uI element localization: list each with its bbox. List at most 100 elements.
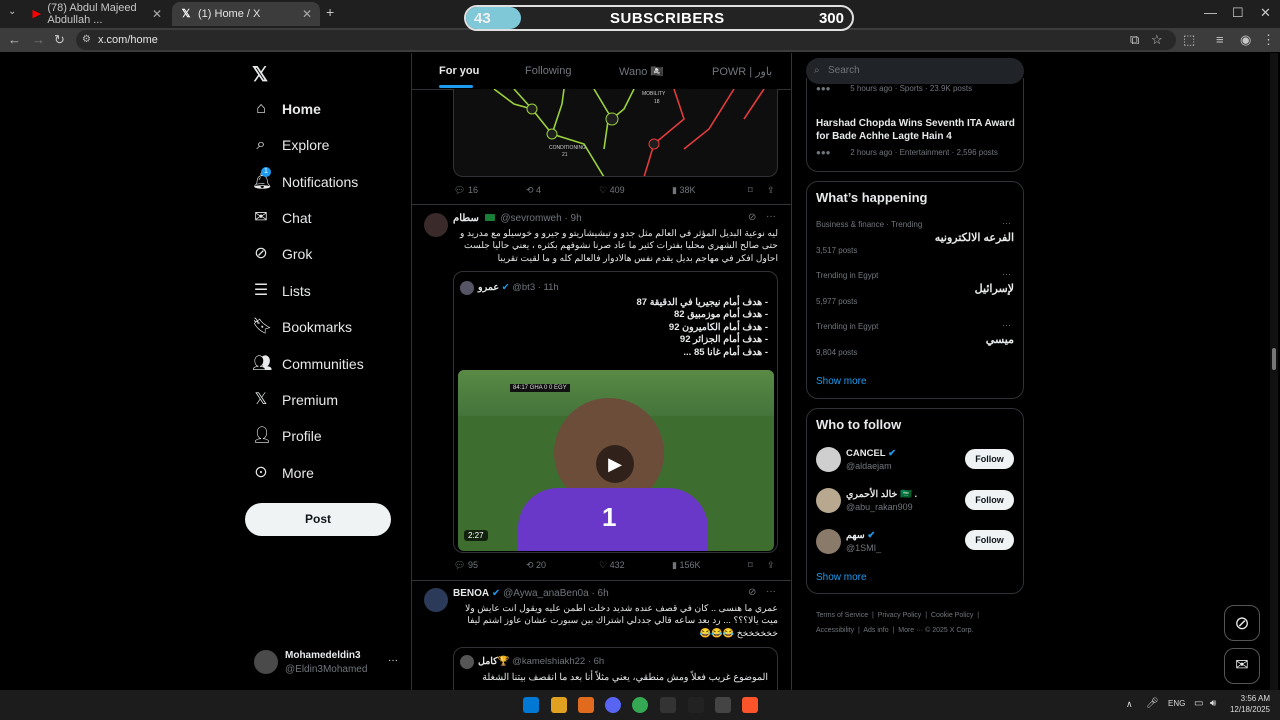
avatar[interactable] <box>254 650 278 674</box>
brave-icon[interactable] <box>742 697 758 713</box>
network-icon[interactable]: ▭ <box>1194 698 1203 709</box>
author-handle[interactable]: @Aywa_anaBen0a <box>503 588 589 599</box>
tab-powr[interactable]: POWR | باور <box>712 65 772 78</box>
file-explorer-icon[interactable] <box>551 697 567 713</box>
avatar[interactable] <box>816 447 841 472</box>
more-icon[interactable]: ··· <box>388 655 398 666</box>
back-icon[interactable]: ← <box>8 32 21 47</box>
more-icon[interactable]: ··· <box>1002 218 1011 228</box>
chrome-icon[interactable] <box>632 697 648 713</box>
trend-name[interactable]: الفرعه الالكترونيه <box>900 231 1014 244</box>
footer-link[interactable]: Terms of Service <box>816 612 868 619</box>
app-icon[interactable] <box>578 697 594 713</box>
close-icon[interactable]: ✕ <box>302 7 312 21</box>
nav-bookmarks[interactable]: 🔖︎ Bookmarks <box>252 313 352 341</box>
play-icon[interactable]: ▶ <box>596 445 634 483</box>
site-info-icon[interactable]: ⚙ <box>82 30 91 50</box>
follow-button[interactable]: Follow <box>965 530 1014 550</box>
tab-x-home[interactable]: 𝕏 (1) Home / X ✕ <box>172 2 320 26</box>
more-icon[interactable]: ··· <box>1002 320 1011 330</box>
like-button[interactable]: ♡ 409 <box>599 185 625 196</box>
quote-tweet[interactable] <box>453 647 778 690</box>
nav-notifications[interactable]: 🔔︎ 1 Notifications <box>252 167 358 196</box>
account-name[interactable]: Mohamedeldin3 <box>285 650 361 661</box>
nav-grok[interactable]: ⊘ Grok <box>252 240 312 268</box>
tab-search-icon[interactable]: ⌄ <box>8 6 16 17</box>
author-name[interactable]: سطام <box>453 213 479 224</box>
mic-icon[interactable]: 🎤︎ <box>1146 698 1159 709</box>
tray-chevron-icon[interactable]: ∧ <box>1126 699 1133 710</box>
trend-headline[interactable]: Harshad Chopda Wins Seventh ITA Award fo… <box>816 117 1016 143</box>
follow-button[interactable]: Follow <box>965 449 1014 469</box>
post-button[interactable]: Post <box>245 503 391 536</box>
new-tab-icon[interactable]: + <box>326 4 334 20</box>
avatar[interactable] <box>816 488 841 513</box>
avatar[interactable] <box>424 213 448 237</box>
trend-name[interactable]: لإسرائيل <box>900 282 1014 295</box>
share-icon[interactable]: ⇪ <box>767 560 775 571</box>
show-more-link[interactable]: Show more <box>816 376 867 387</box>
show-more-link[interactable]: Show more <box>816 572 867 583</box>
bookmark-icon[interactable]: ⌑ <box>748 185 753 196</box>
app-icon[interactable] <box>688 697 704 713</box>
x-logo-icon[interactable]: 𝕏 <box>252 62 268 87</box>
nav-more[interactable]: ⊙ More <box>252 459 314 487</box>
tab-wano[interactable]: Wano 🏴‍☠️ <box>619 65 664 78</box>
share-icon[interactable]: ⇪ <box>767 185 775 196</box>
nav-chat[interactable]: ✉ Chat <box>252 204 311 232</box>
volume-icon[interactable]: 🔊︎ <box>1210 698 1216 709</box>
follow-name[interactable]: CANCEL ✔ <box>846 448 896 459</box>
nav-home[interactable]: ⌂ Home <box>252 95 321 123</box>
follow-name[interactable]: خالد الأحمري 🇸🇦 . <box>846 489 917 500</box>
reply-button[interactable]: 💬︎ 95 <box>454 560 478 571</box>
language-indicator[interactable]: ENG <box>1168 699 1185 708</box>
windows-start-icon[interactable] <box>523 697 539 713</box>
bookmark-icon[interactable]: ⌑ <box>748 560 753 571</box>
grok-floating-icon[interactable]: ⊘ <box>1224 605 1260 641</box>
messages-floating-icon[interactable]: ✉ <box>1224 648 1260 684</box>
avatar[interactable] <box>424 588 448 612</box>
more-icon[interactable]: ··· <box>766 586 776 597</box>
bookmark-star-icon[interactable]: ☆ <box>1151 32 1163 48</box>
video-player[interactable]: 84:17 GHA 0 0 EGY 1 ▶ 2:27 <box>458 370 774 551</box>
profile-icon[interactable]: ◉ <box>1240 32 1251 48</box>
minimize-icon[interactable]: — <box>1204 5 1217 20</box>
repost-button[interactable]: ⟲ 4 <box>526 185 541 196</box>
grok-icon[interactable]: ⊘ <box>748 212 756 223</box>
close-icon[interactable]: ✕ <box>152 7 162 21</box>
install-icon[interactable]: ⧉ <box>1130 32 1139 48</box>
tweet-image[interactable]: MOBILITY 18 CONDITIONING 21 <box>453 89 778 177</box>
nav-communities[interactable]: 👥︎ Communities <box>252 350 364 378</box>
trend-name[interactable]: ميسي <box>900 333 1014 346</box>
clock-date[interactable]: 12/18/2025 <box>1222 705 1270 714</box>
tab-following[interactable]: Following <box>525 65 571 77</box>
footer-link[interactable]: Accessibility <box>816 627 854 634</box>
discord-icon[interactable] <box>605 697 621 713</box>
tab-for-you[interactable]: For you <box>439 65 479 77</box>
tweet-time[interactable]: · 6h <box>591 588 608 599</box>
url-field[interactable]: ⚙ x.com/home <box>76 30 1176 50</box>
views-button[interactable]: ▮ 156K <box>672 560 700 571</box>
repost-button[interactable]: ⟲ 20 <box>526 560 546 571</box>
author-name[interactable]: BENOA <box>453 588 489 599</box>
nav-premium[interactable]: 𝕏 Premium <box>252 386 338 414</box>
scrollbar-thumb[interactable] <box>1272 348 1276 370</box>
footer-link[interactable]: Ads info <box>863 627 888 634</box>
reply-button[interactable]: 💬︎ 16 <box>454 185 478 196</box>
author-handle[interactable]: @sevromweh <box>500 213 561 224</box>
tweet-time[interactable]: · 9h <box>564 213 581 224</box>
avatar[interactable] <box>816 529 841 554</box>
footer-link[interactable]: More ··· <box>898 627 923 634</box>
menu-icon[interactable]: ⋮ <box>1262 32 1275 48</box>
nav-lists[interactable]: ☰ Lists <box>252 277 311 305</box>
reload-icon[interactable]: ↻ <box>54 32 65 48</box>
media-icon[interactable]: ≡ <box>1216 32 1224 47</box>
follow-name[interactable]: سهم ✔ <box>846 530 875 541</box>
extensions-icon[interactable]: ⬚ <box>1183 32 1195 48</box>
app-icon[interactable] <box>715 697 731 713</box>
footer-link[interactable]: Cookie Policy <box>931 612 973 619</box>
nav-profile[interactable]: 👤︎ Profile <box>252 422 322 450</box>
more-icon[interactable]: ··· <box>766 211 776 222</box>
maximize-icon[interactable]: ☐ <box>1232 5 1244 21</box>
like-button[interactable]: ♡ 432 <box>599 560 625 571</box>
